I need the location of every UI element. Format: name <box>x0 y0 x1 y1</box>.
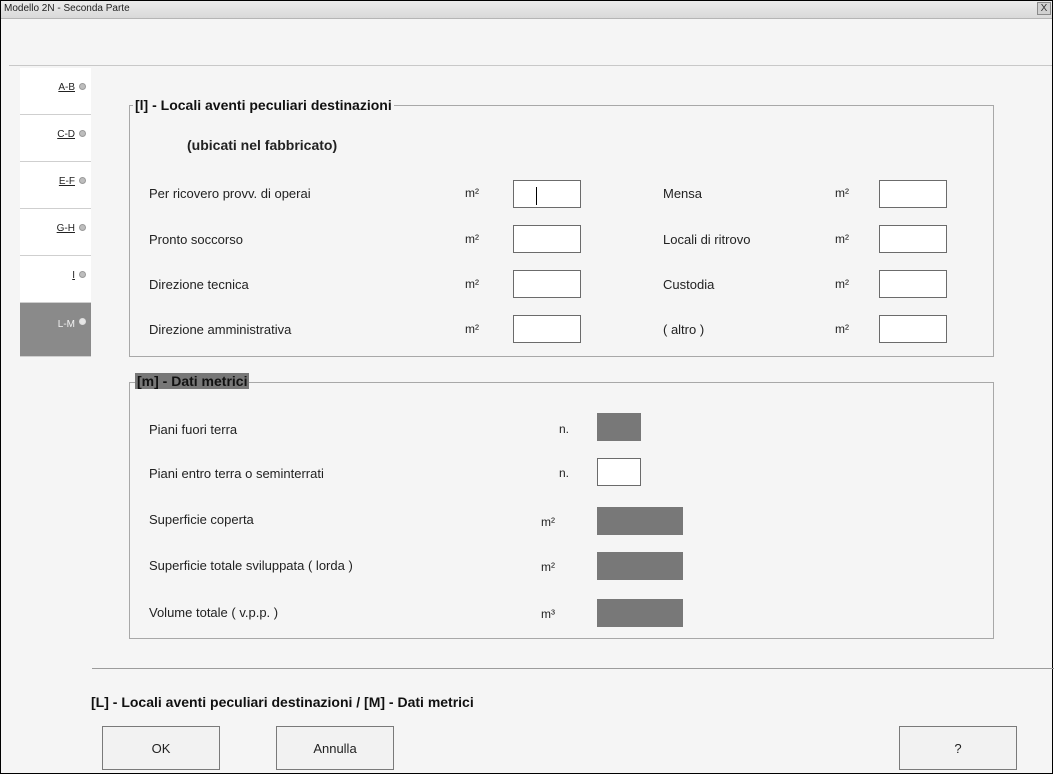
dialog-window: Modello 2N - Seconda Parte X A-B C-D E-F… <box>0 0 1054 774</box>
label-ricovero-operai: Per ricovero provv. di operai <box>149 186 311 201</box>
label-superficie-coperta: Superficie coperta <box>149 512 254 527</box>
tab-g-h[interactable]: G-H <box>20 209 91 256</box>
ricovero-operai-input[interactable] <box>513 180 581 208</box>
label-volume-totale: Volume totale ( v.p.p. ) <box>149 605 279 620</box>
tab-indicator-icon <box>79 130 86 137</box>
unit-label: m² <box>835 186 849 200</box>
tab-label: A-B <box>58 82 75 93</box>
section-l-title: [l] - Locali aventi peculiari destinazio… <box>133 97 394 113</box>
label-custodia: Custodia <box>663 277 715 292</box>
title-bar: Modello 2N - Seconda Parte X <box>1 1 1052 19</box>
tab-strip: A-B C-D E-F G-H I L-M <box>20 68 91 357</box>
unit-label: m² <box>465 232 479 246</box>
mensa-input[interactable] <box>879 180 947 208</box>
label-piani-fuori-terra: Piani fuori terra <box>149 422 238 437</box>
unit-label: m² <box>465 277 479 291</box>
tab-i[interactable]: I <box>20 256 91 303</box>
unit-label: m² <box>541 515 555 529</box>
tab-c-d[interactable]: C-D <box>20 115 91 162</box>
unit-label: m² <box>835 232 849 246</box>
label-altro: ( altro ) <box>663 322 705 337</box>
tab-label: G-H <box>56 223 75 234</box>
tab-e-f[interactable]: E-F <box>20 162 91 209</box>
locali-ritrovo-input[interactable] <box>879 225 947 253</box>
close-button[interactable]: X <box>1037 2 1051 15</box>
piani-fuori-terra-input[interactable] <box>597 413 641 441</box>
tab-a-b[interactable]: A-B <box>20 68 91 115</box>
help-button[interactable]: ? <box>899 726 1017 770</box>
section-l-subtitle: (ubicati nel fabbricato) <box>187 137 338 153</box>
text-caret <box>536 187 537 205</box>
pronto-soccorso-input[interactable] <box>513 225 581 253</box>
unit-label: m² <box>465 322 479 336</box>
tab-l-m[interactable]: L-M <box>20 303 91 357</box>
cancel-button[interactable]: Annulla <box>276 726 394 770</box>
tab-indicator-icon <box>79 318 86 325</box>
unit-label: m² <box>465 186 479 200</box>
label-piani-entro-terra: Piani entro terra o seminterrati <box>149 466 324 481</box>
volume-totale-input[interactable] <box>597 599 683 627</box>
section-m-title: [m] - Dati metrici <box>135 373 250 389</box>
label-pronto-soccorso: Pronto soccorso <box>149 232 243 247</box>
ok-button[interactable]: OK <box>102 726 220 770</box>
label-superficie-totale: Superficie totale sviluppata ( lorda ) <box>149 558 353 573</box>
superficie-totale-input[interactable] <box>597 552 683 580</box>
unit-label: m³ <box>541 607 555 621</box>
status-text: [L] - Locali aventi peculiari destinazio… <box>91 694 474 710</box>
piani-entro-terra-input[interactable] <box>597 458 641 486</box>
tab-label: E-F <box>58 176 75 187</box>
window-title: Modello 2N - Seconda Parte <box>4 3 130 14</box>
altro-input[interactable] <box>879 315 947 343</box>
unit-label: m² <box>835 277 849 291</box>
unit-label: n. <box>559 422 570 436</box>
tab-indicator-icon <box>79 271 86 278</box>
direzione-amministrativa-input[interactable] <box>513 315 581 343</box>
label-direzione-tecnica: Direzione tecnica <box>149 277 249 292</box>
tab-label: L-M <box>57 319 75 330</box>
unit-label: m² <box>835 322 849 336</box>
section-m-group <box>129 382 994 639</box>
label-locali-ritrovo: Locali di ritrovo <box>663 232 751 247</box>
tab-indicator-icon <box>79 224 86 231</box>
direzione-tecnica-input[interactable] <box>513 270 581 298</box>
top-divider <box>9 65 1052 66</box>
label-mensa: Mensa <box>663 186 703 201</box>
footer-separator <box>92 668 1054 669</box>
tab-label: I <box>72 270 75 281</box>
tab-indicator-icon <box>79 83 86 90</box>
unit-label: m² <box>541 560 555 574</box>
tab-label: C-D <box>57 129 75 140</box>
unit-label: n. <box>559 466 570 480</box>
tab-indicator-icon <box>79 177 86 184</box>
label-direzione-amministrativa: Direzione amministrativa <box>149 322 292 337</box>
superficie-coperta-input[interactable] <box>597 507 683 535</box>
custodia-input[interactable] <box>879 270 947 298</box>
